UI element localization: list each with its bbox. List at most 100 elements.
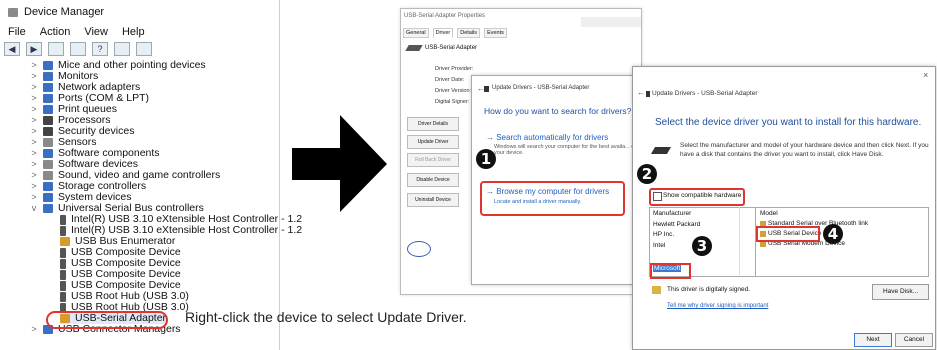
usb-cable-icon bbox=[650, 147, 672, 154]
usb-icon bbox=[60, 291, 66, 302]
highlight-circle bbox=[46, 311, 168, 329]
highlight-box bbox=[756, 226, 820, 242]
manufacturer-item[interactable]: HP Inc. bbox=[653, 231, 674, 238]
chevron-right-icon[interactable]: > bbox=[30, 324, 38, 335]
speaker-icon bbox=[43, 171, 53, 180]
scan-hardware-icon[interactable] bbox=[136, 42, 152, 56]
driver-provider-label: Driver Provider: bbox=[435, 66, 474, 72]
step-2-badge: 2 bbox=[637, 164, 657, 184]
cancel-button[interactable]: Cancel bbox=[895, 333, 933, 347]
driver-version-label: Driver Version: bbox=[435, 88, 472, 94]
update-driver-highlight: Update Driver bbox=[377, 309, 463, 325]
menu-bar: File Action View Help bbox=[8, 26, 145, 38]
background-window-strip bbox=[581, 17, 641, 27]
chevron-right-icon[interactable]: > bbox=[30, 192, 38, 203]
search-automatically-option[interactable]: → Search automatically for drivers bbox=[486, 133, 608, 142]
driver-details-button[interactable]: Driver Details bbox=[407, 117, 459, 131]
usb-icon bbox=[60, 225, 66, 236]
have-disk-button[interactable]: Have Disk... bbox=[872, 284, 929, 300]
signed-status: This driver is digitally signed. bbox=[667, 286, 751, 293]
printer-icon bbox=[43, 105, 53, 114]
manufacturer-item[interactable]: Intel bbox=[653, 242, 665, 249]
port-icon bbox=[43, 94, 53, 103]
tab-general[interactable]: General bbox=[403, 28, 429, 38]
digital-signer-label: Digital Signer: bbox=[435, 99, 470, 105]
dialog-title: Update Drivers - USB-Serial Adapter bbox=[492, 85, 590, 91]
uninstall-device-button[interactable]: Uninstall Device bbox=[407, 193, 459, 207]
usb-enumerator-icon bbox=[60, 237, 70, 246]
chevron-right-icon[interactable]: > bbox=[30, 115, 38, 126]
tab-strip: General Driver Details Events bbox=[403, 28, 507, 38]
highlight-box bbox=[650, 263, 691, 279]
properties-icon[interactable] bbox=[48, 42, 64, 56]
chevron-right-icon[interactable]: > bbox=[30, 170, 38, 181]
logo-icon bbox=[407, 241, 431, 257]
manufacturer-item[interactable]: Hewlett Packard bbox=[653, 221, 700, 228]
show-compatible-label: Show compatible hardware bbox=[663, 192, 742, 199]
network-icon bbox=[43, 83, 53, 92]
back-arrow-icon[interactable]: ← bbox=[637, 88, 645, 97]
manufacturer-scrollbar[interactable] bbox=[739, 207, 754, 275]
browse-description: Locate and install a driver manually. bbox=[494, 199, 582, 205]
chevron-down-icon[interactable]: v bbox=[30, 203, 38, 214]
usb-cable-icon bbox=[405, 45, 423, 51]
chevron-right-icon[interactable]: > bbox=[30, 148, 38, 159]
menu-file[interactable]: File bbox=[8, 26, 26, 38]
update-driver-icon[interactable] bbox=[114, 42, 130, 56]
mouse-icon bbox=[43, 61, 53, 70]
window-title: Device Manager bbox=[8, 6, 104, 18]
tab-events[interactable]: Events bbox=[484, 28, 507, 38]
tab-details[interactable]: Details bbox=[457, 28, 481, 38]
help-icon[interactable]: ? bbox=[92, 42, 108, 56]
roll-back-driver-button[interactable]: Roll Back Driver bbox=[407, 153, 459, 167]
update-driver-button[interactable]: Update Driver bbox=[407, 135, 459, 149]
tab-driver[interactable]: Driver bbox=[432, 28, 454, 38]
chevron-right-icon[interactable]: > bbox=[30, 93, 38, 104]
select-driver-description: Select the manufacturer and model of you… bbox=[680, 142, 929, 158]
chevron-right-icon[interactable]: > bbox=[30, 159, 38, 170]
usb-icon bbox=[60, 247, 66, 258]
menu-help[interactable]: Help bbox=[122, 26, 145, 38]
dialog-title: Update Drivers - USB-Serial Adapter bbox=[652, 90, 758, 97]
select-driver-heading: Select the device driver you want to ins… bbox=[655, 117, 922, 128]
chevron-right-icon[interactable]: > bbox=[30, 60, 38, 71]
update-drivers-dialog-2: × ← Update Drivers - USB-Serial Adapter … bbox=[632, 66, 936, 350]
close-icon[interactable]: × bbox=[923, 70, 928, 80]
menu-view[interactable]: View bbox=[84, 26, 108, 38]
software-device-icon bbox=[43, 160, 53, 169]
usb-icon bbox=[60, 258, 66, 269]
signed-driver-icon bbox=[652, 286, 661, 294]
browse-my-computer-option[interactable]: → Browse my computer for drivers bbox=[486, 187, 609, 196]
device-manager-window: Device Manager File Action View Help ◀ ▶… bbox=[0, 0, 302, 350]
toolbar: ◀ ▶ ? bbox=[4, 41, 152, 57]
show-hide-icon[interactable] bbox=[70, 42, 86, 56]
software-component-icon bbox=[43, 149, 53, 158]
device-icon bbox=[646, 91, 650, 97]
next-button[interactable]: Next bbox=[854, 333, 892, 347]
chevron-right-icon[interactable]: > bbox=[30, 104, 38, 115]
usb-icon bbox=[60, 280, 66, 291]
chevron-right-icon[interactable]: > bbox=[30, 181, 38, 192]
forward-icon[interactable]: ▶ bbox=[26, 42, 42, 56]
driver-date-label: Driver Date: bbox=[435, 77, 465, 83]
chevron-right-icon[interactable]: > bbox=[30, 82, 38, 93]
security-icon bbox=[43, 127, 53, 136]
right-arrow-icon bbox=[292, 115, 387, 212]
show-compatible-checkbox[interactable] bbox=[653, 192, 662, 201]
instruction-caption: Right-click the device to select Update … bbox=[185, 309, 467, 325]
monitor-icon bbox=[43, 72, 53, 81]
driver-signing-link[interactable]: Tell me why driver signing is important bbox=[667, 303, 768, 309]
chevron-right-icon[interactable]: > bbox=[30, 137, 38, 148]
dialog-title: USB-Serial Adapter Properties bbox=[404, 13, 486, 19]
chevron-right-icon[interactable]: > bbox=[30, 126, 38, 137]
menu-action[interactable]: Action bbox=[40, 26, 71, 38]
device-manager-icon bbox=[8, 7, 18, 17]
usb-icon bbox=[60, 269, 66, 280]
back-icon[interactable]: ◀ bbox=[4, 42, 20, 56]
disable-device-button[interactable]: Disable Device bbox=[407, 173, 459, 187]
tree-item[interactable]: > Mice and other pointing devices bbox=[30, 60, 205, 71]
usb-icon bbox=[60, 214, 66, 225]
chevron-right-icon[interactable]: > bbox=[30, 71, 38, 82]
model-header: Model bbox=[760, 210, 778, 217]
processor-icon bbox=[43, 116, 53, 125]
